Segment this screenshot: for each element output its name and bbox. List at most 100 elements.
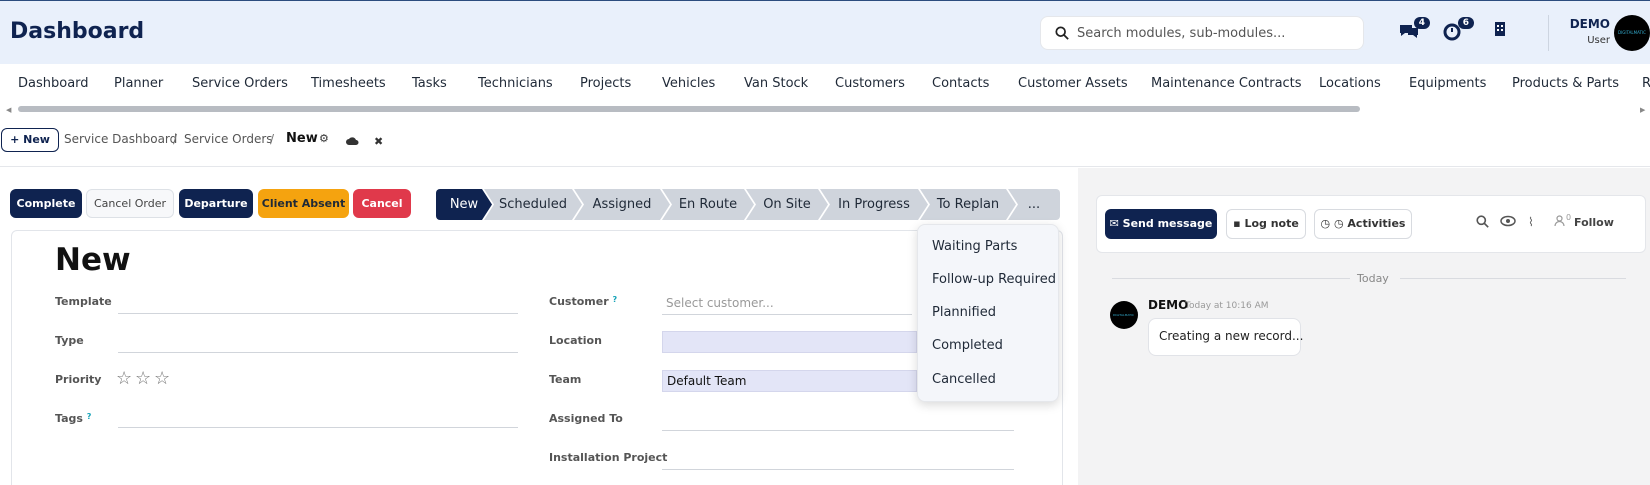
nav-item-products-parts[interactable]: Products & Parts	[1512, 76, 1619, 91]
activities-tab-button[interactable]: ◷ ◷ Activities	[1314, 209, 1412, 239]
scroll-left-arrow[interactable]: ◀	[6, 106, 11, 114]
messages-button[interactable]: 4	[1398, 17, 1430, 45]
form-sheet	[11, 230, 1063, 485]
nav-item-overflow[interactable]: R	[1642, 76, 1650, 91]
assigned-to-field[interactable]	[662, 430, 1014, 431]
log-note-button[interactable]: ▪ Log note	[1226, 209, 1306, 239]
breadcrumb-current: New	[286, 131, 318, 146]
record-title: New	[55, 242, 131, 278]
dropdown-item-follow-up-required[interactable]: Follow-up Required	[932, 272, 1056, 287]
dropdown-item-plannified[interactable]: Plannified	[932, 305, 996, 320]
customer-field-placeholder: Select customer...	[666, 296, 774, 310]
nav-item-planner[interactable]: Planner	[114, 76, 163, 91]
installation-project-label: Installation Project	[549, 451, 668, 464]
activity-badge: 6	[1457, 17, 1474, 29]
cancel-button[interactable]: Cancel	[353, 189, 411, 218]
followers-icon[interactable]	[1554, 215, 1565, 230]
nav-item-technicians[interactable]: Technicians	[478, 76, 553, 91]
eye-icon[interactable]	[1500, 215, 1516, 230]
date-divider-line	[1400, 278, 1626, 279]
cancel-order-button[interactable]: Cancel Order	[86, 189, 174, 218]
nav-item-locations[interactable]: Locations	[1319, 76, 1381, 91]
header-divider	[1548, 15, 1549, 51]
priority-label: Priority	[55, 373, 102, 386]
nav-item-dashboard[interactable]: Dashboard	[18, 76, 89, 91]
nav-item-service-orders[interactable]: Service Orders	[192, 76, 288, 91]
messages-badge: 4	[1413, 17, 1430, 29]
installation-project-field[interactable]	[662, 469, 1014, 470]
discard-icon[interactable]: ✖	[374, 135, 383, 148]
breadcrumb-separator: /	[173, 132, 178, 146]
type-label: Type	[55, 334, 84, 347]
nav-item-contacts[interactable]: Contacts	[932, 76, 989, 91]
nav-item-van-stock[interactable]: Van Stock	[744, 76, 808, 91]
client-absent-button[interactable]: Client Absent	[258, 189, 349, 218]
nav-item-tasks[interactable]: Tasks	[412, 76, 447, 91]
main-nav: Dashboard Planner Service Orders Timeshe…	[0, 64, 1650, 104]
breadcrumb-service-dashboard[interactable]: Service Dashboard	[64, 132, 177, 146]
stage-dropdown-menu: Waiting Parts Follow-up Required Plannif…	[917, 224, 1059, 402]
followers-count: 0	[1566, 213, 1572, 222]
company-button[interactable]	[1494, 21, 1518, 45]
type-field[interactable]	[118, 352, 518, 353]
stage-new[interactable]: New	[436, 189, 492, 220]
avatar-logo-text: DIGITALMATIC	[1618, 30, 1646, 35]
cloud-save-icon[interactable]	[346, 136, 359, 149]
nav-item-equipments[interactable]: Equipments	[1409, 76, 1486, 91]
message-avatar[interactable]: DIGITALMATIC	[1110, 301, 1138, 329]
nav-item-timesheets[interactable]: Timesheets	[311, 76, 386, 91]
tags-label: Tags ?	[55, 412, 92, 425]
search-icon	[1055, 26, 1069, 40]
stage-to-replan[interactable]: To Replan	[920, 189, 1016, 220]
user-role: User	[1587, 35, 1610, 46]
priority-star-icon[interactable]: ☆	[116, 368, 132, 389]
search-icon[interactable]	[1476, 215, 1489, 231]
nav-scrollbar[interactable]: ◀ ▶	[6, 106, 1646, 114]
stage-assigned[interactable]: Assigned	[574, 189, 670, 220]
nav-item-vehicles[interactable]: Vehicles	[662, 76, 715, 91]
template-label: Template	[55, 295, 112, 308]
message-author[interactable]: DEMO	[1148, 298, 1188, 312]
priority-star-icon[interactable]: ☆	[135, 368, 151, 389]
departure-button[interactable]: Departure	[179, 189, 253, 218]
template-field[interactable]	[118, 313, 518, 314]
complete-button[interactable]: Complete	[10, 189, 82, 218]
send-message-button[interactable]: ✉ Send message	[1105, 209, 1217, 239]
dropdown-item-completed[interactable]: Completed	[932, 338, 1003, 353]
dropdown-item-cancelled[interactable]: Cancelled	[932, 372, 996, 387]
stage-in-progress[interactable]: In Progress	[820, 189, 928, 220]
team-label: Team	[549, 373, 582, 386]
nav-item-maintenance-contracts[interactable]: Maintenance Contracts	[1151, 76, 1302, 91]
priority-star-icon[interactable]: ☆	[154, 368, 170, 389]
new-button[interactable]: + New	[1, 128, 59, 152]
customer-label: Customer ?	[549, 295, 618, 308]
paperclip-icon[interactable]: ⌇	[1528, 215, 1534, 229]
user-name[interactable]: DEMO	[1560, 17, 1610, 31]
gear-icon[interactable]: ⚙	[319, 132, 329, 145]
building-icon	[1495, 22, 1505, 36]
stage-on-site[interactable]: On Site	[746, 189, 828, 220]
nav-item-customers[interactable]: Customers	[835, 76, 905, 91]
search-placeholder: Search modules, sub-modules...	[1077, 26, 1286, 41]
team-value: Default Team	[667, 374, 747, 388]
help-icon[interactable]: ?	[612, 295, 617, 304]
nav-scrollbar-thumb[interactable]	[18, 106, 1360, 112]
customer-field[interactable]	[662, 314, 912, 315]
search-input[interactable]: Search modules, sub-modules...	[1040, 16, 1364, 50]
scroll-right-arrow[interactable]: ▶	[1640, 106, 1645, 114]
top-bar: Dashboard Search modules, sub-modules...…	[0, 0, 1650, 64]
location-field[interactable]	[662, 331, 917, 353]
avatar[interactable]: DIGITALMATIC	[1614, 15, 1650, 51]
divider	[0, 166, 1650, 167]
app-title: Dashboard	[10, 19, 145, 44]
activities-button[interactable]: 6	[1442, 17, 1474, 45]
breadcrumb-service-orders[interactable]: Service Orders	[184, 132, 273, 146]
tags-field[interactable]	[118, 427, 518, 428]
stage-scheduled[interactable]: Scheduled	[484, 189, 582, 220]
nav-item-projects[interactable]: Projects	[580, 76, 631, 91]
help-icon[interactable]: ?	[87, 412, 92, 421]
dropdown-item-waiting-parts[interactable]: Waiting Parts	[932, 239, 1017, 254]
nav-item-customer-assets[interactable]: Customer Assets	[1018, 76, 1128, 91]
follow-button[interactable]: Follow	[1574, 216, 1614, 229]
stage-en-route[interactable]: En Route	[662, 189, 754, 220]
